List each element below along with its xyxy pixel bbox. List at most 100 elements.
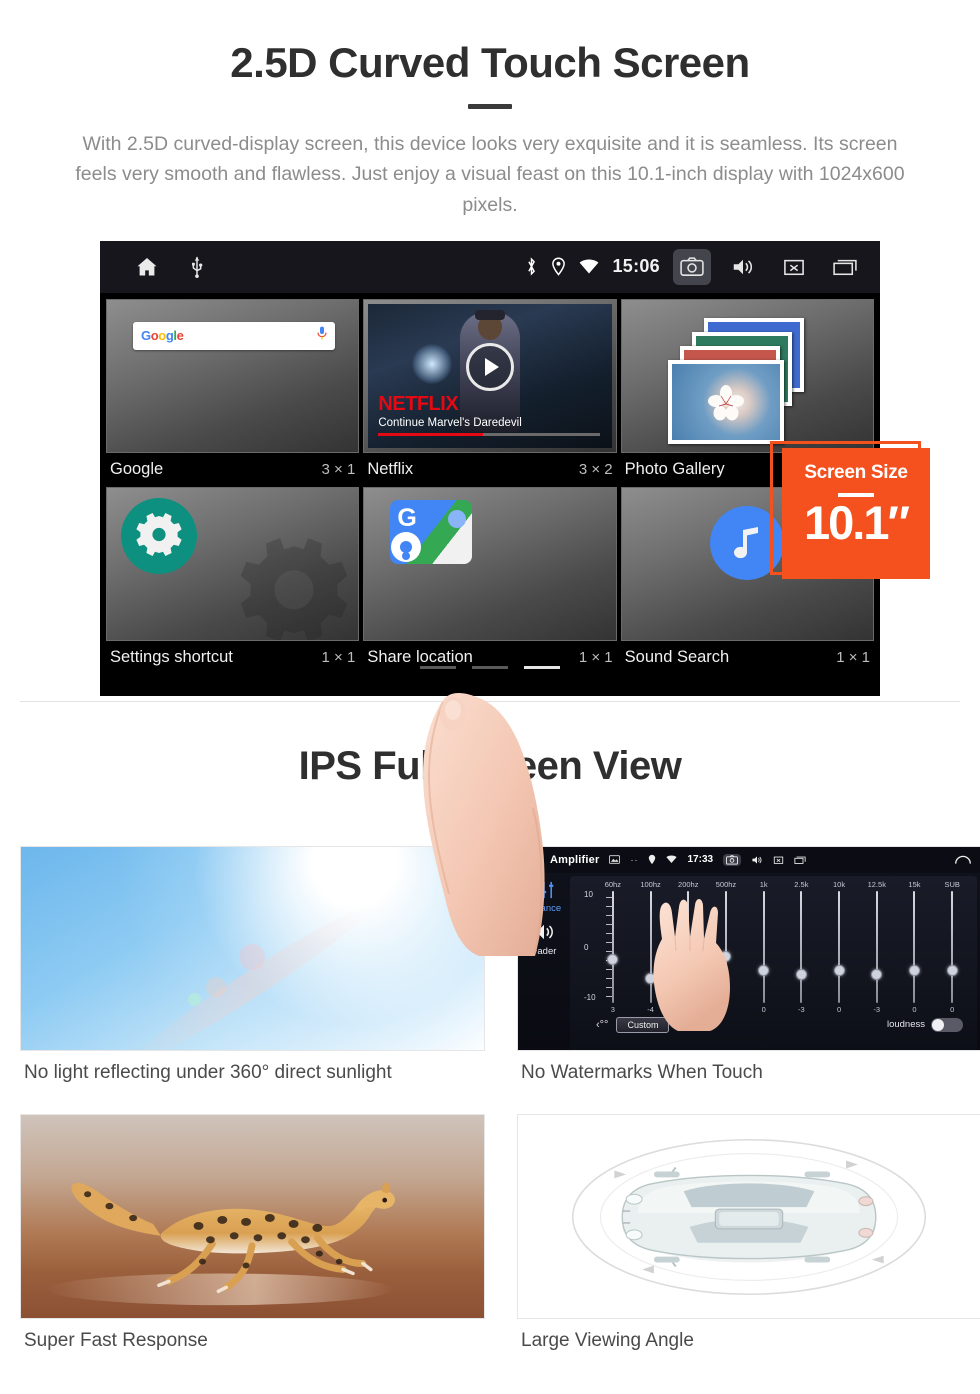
band-value: 0 xyxy=(761,1004,766,1014)
balance-label[interactable]: Balance xyxy=(527,903,561,914)
netflix-progress-bar xyxy=(378,432,601,436)
equalizer-panel: 60hz 100hz 200hz 500hz 1k 2.5k 10k 12.5k… xyxy=(570,875,977,1050)
page-description: With 2.5D curved-display screen, this de… xyxy=(75,133,905,216)
location-icon xyxy=(551,257,566,277)
page-dot-3-active[interactable] xyxy=(524,665,560,669)
band-label: 500hz xyxy=(715,879,737,889)
cheetah-image xyxy=(20,1113,485,1319)
page-dot-1[interactable] xyxy=(420,665,456,669)
lens-flare-1 xyxy=(238,944,265,971)
eq-slider[interactable] xyxy=(933,890,971,1003)
eq-slider[interactable] xyxy=(858,890,896,1003)
band-label: 12.5k xyxy=(867,879,886,889)
eq-slider[interactable] xyxy=(896,890,934,1003)
title-underline xyxy=(468,104,512,110)
close-icon[interactable] xyxy=(773,855,784,865)
widget-size: 3 × 1 xyxy=(321,460,356,478)
more-icon: ·· xyxy=(630,854,639,865)
band-value: 0 xyxy=(836,1004,842,1014)
widget-netflix[interactable]: NETFLIX Continue Marvel's Daredevil Netf… xyxy=(363,298,617,487)
loudness-toggle[interactable] xyxy=(931,1017,963,1032)
page-indicator[interactable] xyxy=(100,665,880,669)
photo-front-blossom xyxy=(667,359,784,444)
gear-icon xyxy=(136,512,182,556)
netflix-light-glow xyxy=(412,344,453,385)
music-note-icon xyxy=(734,526,759,558)
close-icon[interactable] xyxy=(775,249,813,285)
play-icon[interactable] xyxy=(465,343,514,392)
widget-label-row: Share location 1 × 1 xyxy=(363,641,616,675)
volume-icon[interactable] xyxy=(724,249,762,285)
gear-watermark-icon xyxy=(241,537,348,640)
recents-icon[interactable] xyxy=(826,249,864,285)
home-icon[interactable] xyxy=(528,854,540,865)
volume-icon[interactable] xyxy=(751,855,763,865)
amp-body: Balance Fader 60hz 100hz 200hz 500hz 1k … xyxy=(518,873,980,1050)
frequency-labels: 60hz 100hz 200hz 500hz 1k 2.5k 10k 12.5k… xyxy=(570,876,977,889)
lens-flare-3 xyxy=(187,993,201,1006)
screenshot-icon[interactable] xyxy=(673,248,711,285)
card-caption: Large Viewing Angle xyxy=(521,1329,694,1351)
netflix-art: NETFLIX Continue Marvel's Daredevil xyxy=(368,303,612,448)
car-top-view-illustration xyxy=(571,1138,927,1295)
widget-name: Share location xyxy=(367,647,473,666)
eq-slider[interactable] xyxy=(594,890,632,1003)
eq-slider[interactable] xyxy=(820,890,858,1003)
card-caption: No Watermarks When Touch xyxy=(521,1061,763,1083)
google-search-bar[interactable]: Google xyxy=(133,321,335,350)
widget-settings-shortcut[interactable]: Settings shortcut 1 × 1 xyxy=(106,486,360,675)
widget-photo-gallery-preview[interactable] xyxy=(620,298,874,453)
section2-underline xyxy=(468,806,512,812)
settings-icon[interactable] xyxy=(121,497,197,574)
widget-google[interactable]: Google Google 3 × 1 xyxy=(106,298,360,487)
feature-card-fast-response: Super Fast Response xyxy=(20,1113,485,1352)
sliders-icon[interactable] xyxy=(533,881,555,901)
widget-name: Google xyxy=(110,459,164,478)
speaker-icon[interactable] xyxy=(532,922,556,944)
widget-settings-preview[interactable] xyxy=(106,486,360,641)
loudness-control[interactable]: loudness xyxy=(886,1017,963,1032)
prev-preset-icon[interactable]: ‹°° xyxy=(596,1019,608,1031)
amplifier-image: Amplifier ·· 17:33 Balance Fader 60hz 10… xyxy=(517,845,980,1051)
fader-label[interactable]: Fader xyxy=(532,946,557,957)
ips-section: IPS Full Screen View No light reflecting… xyxy=(0,702,980,1352)
screen-size-label: Screen Size xyxy=(804,461,908,483)
media-icon xyxy=(609,855,621,865)
android-home-screen: 15:06 Google Google 3 × 1 NETFLIX Contin… xyxy=(100,240,880,696)
widget-share-location[interactable]: G Share location 1 × 1 xyxy=(363,486,617,675)
band-label: 60hz xyxy=(604,879,621,889)
widget-size: 1 × 1 xyxy=(321,648,356,666)
maps-icon[interactable]: G xyxy=(390,499,473,564)
lens-flare-2 xyxy=(206,976,227,997)
loudness-label: loudness xyxy=(886,1019,925,1031)
recents-icon[interactable] xyxy=(794,855,806,865)
widget-google-preview[interactable]: Google xyxy=(106,298,360,453)
back-icon[interactable] xyxy=(955,855,971,865)
widget-grid: Google Google 3 × 1 NETFLIX Continue Mar… xyxy=(100,293,880,675)
widget-netflix-preview[interactable]: NETFLIX Continue Marvel's Daredevil xyxy=(363,298,617,453)
eq-values: 3 -4 0 0 -3 0 -3 0 0 xyxy=(570,1003,977,1014)
netflix-brand: NETFLIX xyxy=(378,392,459,415)
eq-slider[interactable] xyxy=(783,890,821,1003)
home-icon[interactable] xyxy=(134,255,160,279)
feature-card-grid: No light reflecting under 360° direct su… xyxy=(20,845,980,1352)
axis-mid-value: 0 xyxy=(584,942,589,952)
band-value: -3 xyxy=(798,1004,805,1014)
widget-size: 1 × 1 xyxy=(836,648,870,666)
mic-icon[interactable] xyxy=(317,326,327,345)
widget-label-row: Netflix 3 × 2 xyxy=(363,453,616,487)
eq-sliders: 10 0 -10 xyxy=(570,889,977,1003)
widget-row-1: Google Google 3 × 1 NETFLIX Continue Mar… xyxy=(106,298,874,487)
page-dot-2[interactable] xyxy=(472,665,508,669)
band-value: 3 xyxy=(610,1004,615,1014)
car-image xyxy=(517,1113,980,1319)
widget-share-location-preview[interactable]: G xyxy=(363,486,617,641)
person-avatar-icon xyxy=(391,531,422,562)
amplifier-screen: Amplifier ·· 17:33 Balance Fader 60hz 10… xyxy=(518,846,980,1050)
amp-status-bar: Amplifier ·· 17:33 xyxy=(518,846,980,873)
eq-slider[interactable] xyxy=(745,890,783,1003)
widget-name: Netflix xyxy=(367,459,414,478)
band-label: 10k xyxy=(833,879,846,889)
screenshot-icon[interactable] xyxy=(723,853,742,866)
screen-size-value: 10.1″ xyxy=(804,495,910,549)
